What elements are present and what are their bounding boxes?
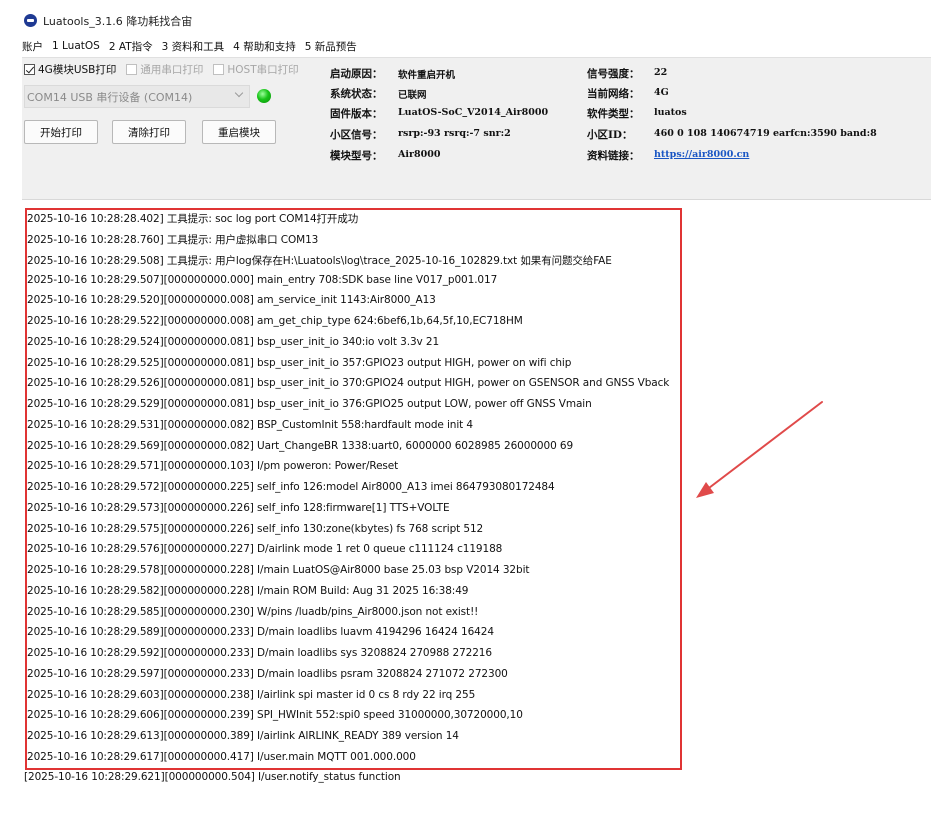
menu-account[interactable]: 账户 xyxy=(22,39,43,54)
log-line: 2025-10-16 10:28:29.573][000000000.226] … xyxy=(27,502,450,514)
log-line: 2025-10-16 10:28:29.589][000000000.233] … xyxy=(27,626,494,638)
boot-reason-value: 软件重启开机 xyxy=(398,70,456,81)
log-line: 2025-10-16 10:28:29.597][000000000.233] … xyxy=(27,668,508,680)
menu-at-commands[interactable]: 2 AT指令 xyxy=(109,39,153,54)
log-line: 2025-10-16 10:28:29.582][000000000.228] … xyxy=(27,585,469,597)
window-title: Luatools_3.1.6 降功耗找合宙 xyxy=(43,15,193,28)
software-type-value: luatos xyxy=(654,107,687,118)
software-type-label: 软件类型： xyxy=(587,108,640,120)
doc-link[interactable]: https://air8000.cn xyxy=(654,149,749,160)
menu-help-support[interactable]: 4 帮助和支持 xyxy=(233,39,296,54)
title-bar: Luatools_3.1.6 降功耗找合宙 xyxy=(0,0,931,36)
log-line: 2025-10-16 10:28:29.603][000000000.238] … xyxy=(27,689,476,701)
log-line: 2025-10-16 10:28:29.576][000000000.227] … xyxy=(27,543,503,555)
usb-print-checkbox[interactable]: 4G模块USB打印 xyxy=(24,62,116,77)
app-logo-icon xyxy=(24,14,37,27)
log-line: 2025-10-16 10:28:29.572][000000000.225] … xyxy=(27,481,555,493)
signal-strength-value: 22 xyxy=(654,67,668,78)
port-selected-value: COM14 USB 串行设备 (COM14) xyxy=(27,90,193,104)
serial-print-label: 通用串口打印 xyxy=(140,64,204,76)
firmware-value: LuatOS-SoC_V2014_Air8000 xyxy=(398,107,549,118)
firmware-label: 固件版本： xyxy=(330,108,383,120)
menu-bar: 账户 1 LuatOS 2 AT指令 3 资料和工具 4 帮助和支持 5 新品预… xyxy=(0,36,931,56)
log-line: 2025-10-16 10:28:29.520][000000000.008] … xyxy=(27,294,436,306)
log-line: 2025-10-16 10:28:29.529][000000000.081] … xyxy=(27,398,592,410)
clear-print-button[interactable]: 清除打印 xyxy=(112,120,186,144)
log-line: 2025-10-16 10:28:28.760] 工具提示: 用户虚拟串口 CO… xyxy=(27,234,319,246)
current-network-value: 4G xyxy=(654,87,669,98)
log-line: 2025-10-16 10:28:29.578][000000000.228] … xyxy=(27,564,530,576)
cell-signal-label: 小区信号： xyxy=(330,129,383,141)
log-line: 2025-10-16 10:28:29.617][000000000.417] … xyxy=(27,751,416,763)
menu-luatos[interactable]: 1 LuatOS xyxy=(52,40,100,52)
connection-status-icon xyxy=(257,89,271,103)
log-line: 2025-10-16 10:28:29.525][000000000.081] … xyxy=(27,357,572,369)
usb-print-label: 4G模块USB打印 xyxy=(38,64,117,76)
current-network-label: 当前网络： xyxy=(587,88,640,100)
log-line: 2025-10-16 10:28:29.524][000000000.081] … xyxy=(27,336,440,348)
cell-signal-value: rsrp:-93 rsrq:-7 snr:2 xyxy=(398,128,511,139)
log-line: 2025-10-16 10:28:29.613][000000000.389] … xyxy=(27,730,459,742)
checkbox-checked-icon xyxy=(24,64,35,75)
log-line: 2025-10-16 10:28:29.526][000000000.081] … xyxy=(27,377,670,389)
signal-strength-label: 信号强度： xyxy=(587,68,640,80)
serial-print-checkbox[interactable]: 通用串口打印 xyxy=(126,62,203,77)
system-status-value: 已联网 xyxy=(398,90,427,101)
print-options: 4G模块USB打印 通用串口打印 HOST串口打印 xyxy=(24,62,309,77)
log-line: 2025-10-16 10:28:29.606][000000000.239] … xyxy=(27,709,523,721)
log-line: 2025-10-16 10:28:29.508] 工具提示: 用户log保存在H… xyxy=(27,255,612,267)
boot-reason-label: 启动原因： xyxy=(330,68,383,80)
cell-id-value: 460 0 108 140674719 earfcn:3590 band:8 xyxy=(654,128,877,139)
log-line: 2025-10-16 10:28:29.575][000000000.226] … xyxy=(27,523,484,535)
log-line: 2025-10-16 10:28:29.569][000000000.082] … xyxy=(27,440,574,452)
host-print-checkbox[interactable]: HOST串口打印 xyxy=(213,62,299,77)
log-line: 2025-10-16 10:28:29.531][000000000.082] … xyxy=(27,419,474,431)
log-line: 2025-10-16 10:28:29.507][000000000.000] … xyxy=(27,274,498,286)
log-line: 2025-10-16 10:28:29.585][000000000.230] … xyxy=(27,606,479,618)
checkbox-icon xyxy=(126,64,138,75)
doc-link-label: 资料链接： xyxy=(587,150,640,162)
module-model-label: 模块型号： xyxy=(330,150,383,162)
module-model-value: Air8000 xyxy=(398,149,441,160)
checkbox-icon xyxy=(213,64,225,75)
host-print-label: HOST串口打印 xyxy=(227,64,299,76)
menu-new-products[interactable]: 5 新品预告 xyxy=(305,39,357,54)
chevron-down-icon xyxy=(234,88,244,98)
log-line: [2025-10-16 10:28:29.621][000000000.504]… xyxy=(24,771,401,783)
reboot-module-button[interactable]: 重启模块 xyxy=(202,120,276,144)
port-select[interactable]: COM14 USB 串行设备 (COM14) xyxy=(24,85,250,108)
log-line: 2025-10-16 10:28:29.592][000000000.233] … xyxy=(27,647,492,659)
log-line: 2025-10-16 10:28:29.571][000000000.103] … xyxy=(27,460,399,472)
log-line: 2025-10-16 10:28:29.522][000000000.008] … xyxy=(27,315,523,327)
system-status-label: 系统状态： xyxy=(330,88,383,100)
log-output[interactable]: 2025-10-16 10:28:28.402] 工具提示: soc log p… xyxy=(22,207,931,813)
control-panel: 4G模块USB打印 通用串口打印 HOST串口打印 COM14 USB 串行设备… xyxy=(22,57,931,200)
log-line: 2025-10-16 10:28:28.402] 工具提示: soc log p… xyxy=(27,213,359,225)
menu-resources-tools[interactable]: 3 资料和工具 xyxy=(162,39,225,54)
cell-id-label: 小区ID： xyxy=(587,129,633,141)
start-print-button[interactable]: 开始打印 xyxy=(24,120,98,144)
